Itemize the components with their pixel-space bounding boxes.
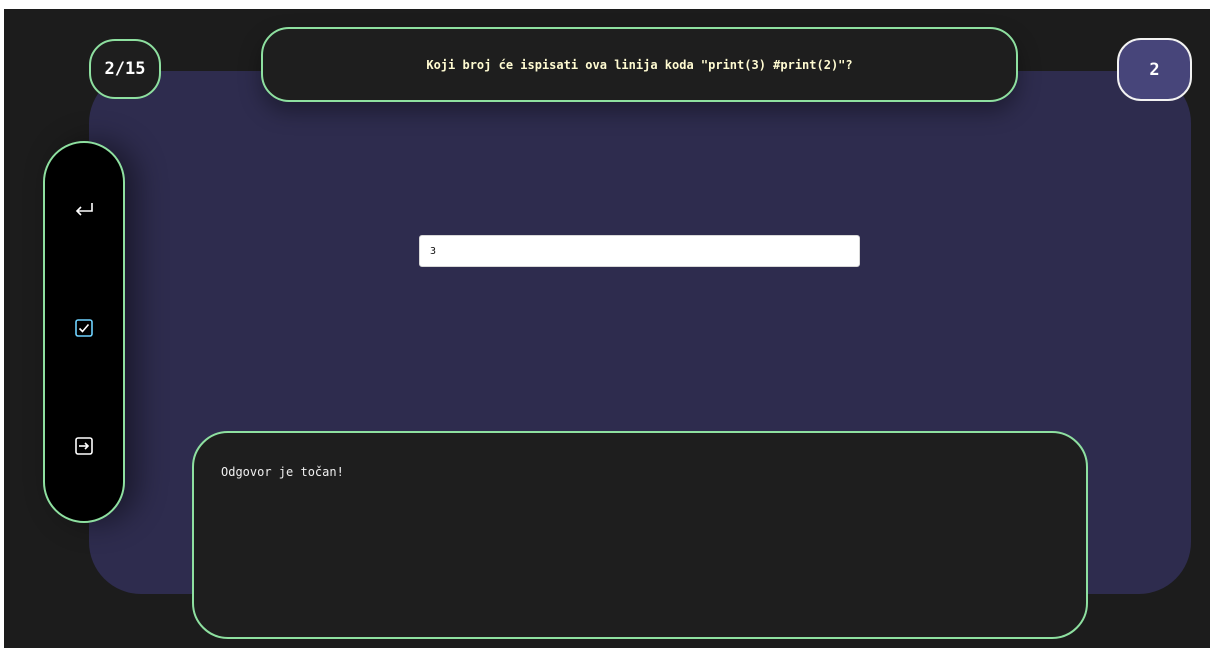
next-question-button[interactable] [70, 432, 98, 460]
return-arrow-icon [75, 203, 93, 216]
feedback-box: Odgovor je točan! [192, 431, 1088, 639]
checkbox-check-icon [75, 319, 93, 337]
question-counter-text: 2/15 [104, 59, 146, 79]
check-answer-button[interactable] [70, 314, 98, 342]
feedback-text: Odgovor je točan! [221, 465, 344, 479]
exit-arrow-icon [75, 437, 93, 455]
score-text: 2 [1149, 59, 1160, 80]
answer-input[interactable] [419, 235, 860, 267]
back-button[interactable] [70, 196, 98, 224]
quiz-app: 2/15 Koji broj će ispisati ova linija ko… [4, 9, 1210, 648]
question-text: Koji broj će ispisati ova linija koda "p… [426, 57, 853, 72]
action-sidebar [43, 141, 125, 523]
score-badge: 2 [1117, 38, 1192, 101]
question-counter: 2/15 [89, 39, 161, 99]
question-box: Koji broj će ispisati ova linija koda "p… [261, 27, 1018, 102]
